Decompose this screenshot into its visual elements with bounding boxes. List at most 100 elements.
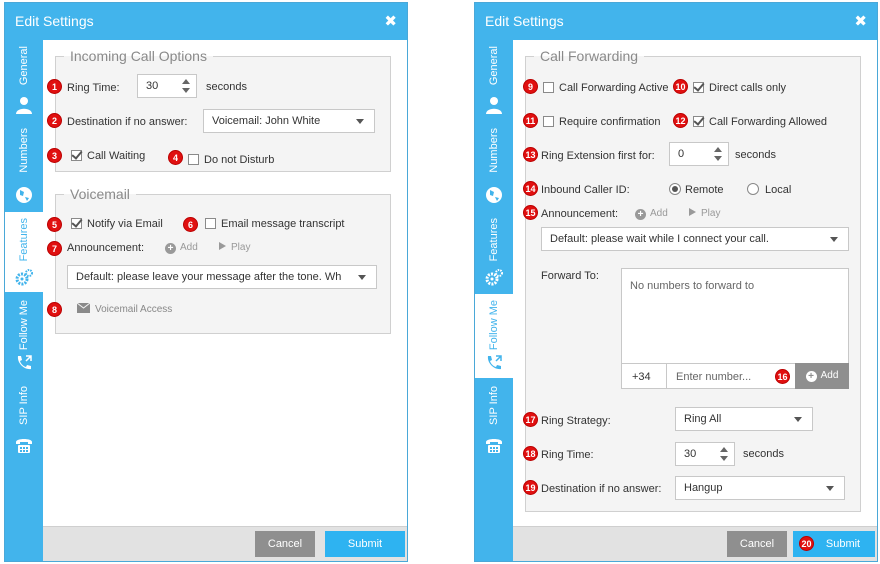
globe-icon bbox=[486, 187, 502, 203]
plus-icon: + bbox=[805, 371, 817, 382]
settings-sidebar: General Numbers Features Follow Me SIP I… bbox=[5, 40, 43, 561]
tab-sip-info[interactable]: SIP Info bbox=[475, 380, 513, 460]
ring-strategy-select[interactable]: Ring All bbox=[675, 407, 813, 431]
announcement-select[interactable]: Default: please wait while I connect you… bbox=[541, 227, 849, 251]
add-announcement-button[interactable]: + Add bbox=[635, 208, 668, 220]
email-transcript-checkbox[interactable] bbox=[205, 218, 216, 229]
ring-time-label: Ring Time: bbox=[541, 449, 594, 461]
notify-email-checkbox[interactable] bbox=[71, 218, 82, 229]
tab-general[interactable]: General bbox=[5, 40, 43, 120]
callout-badge: 11 bbox=[523, 113, 538, 128]
empty-list-message: No numbers to forward to bbox=[630, 280, 755, 292]
tab-label: Features bbox=[488, 218, 500, 262]
require-confirmation-label: Require confirmation bbox=[559, 116, 661, 128]
close-icon[interactable]: ✖ bbox=[854, 3, 867, 40]
inbound-caller-id-label: Inbound Caller ID: bbox=[541, 184, 630, 196]
phone-forward-icon bbox=[17, 355, 32, 370]
tab-label: Numbers bbox=[18, 128, 30, 173]
voicemail-access-link[interactable]: Voicemail Access bbox=[76, 302, 173, 315]
tab-label: Numbers bbox=[488, 128, 500, 173]
add-number-button[interactable]: + Add bbox=[795, 363, 849, 389]
tab-features[interactable]: Features bbox=[5, 212, 43, 292]
plus-icon: + bbox=[635, 209, 646, 220]
destination-select[interactable]: Hangup bbox=[675, 476, 845, 500]
add-label: Add bbox=[650, 208, 668, 219]
group-legend: Call Forwarding bbox=[540, 48, 639, 64]
destination-label: Destination if no answer: bbox=[67, 116, 188, 128]
user-icon bbox=[486, 97, 502, 114]
callout-badge: 6 bbox=[183, 217, 198, 232]
voicemail-access-label: Voicemail Access bbox=[95, 304, 173, 315]
call-forwarding-allowed-checkbox[interactable] bbox=[693, 116, 704, 127]
tab-label: Features bbox=[18, 218, 30, 262]
chevron-down-icon bbox=[356, 119, 364, 124]
ring-time-label: Ring Time: bbox=[67, 82, 120, 94]
select-value: Hangup bbox=[684, 482, 723, 494]
callout-badge: 4 bbox=[168, 150, 183, 165]
ring-extension-stepper[interactable] bbox=[669, 142, 729, 166]
destination-label: Destination if no answer: bbox=[541, 483, 662, 495]
user-icon bbox=[16, 97, 32, 114]
dialog-title: Edit Settings ✖ bbox=[475, 3, 877, 40]
caller-id-remote-radio[interactable] bbox=[669, 183, 681, 195]
call-waiting-checkbox[interactable] bbox=[71, 150, 82, 161]
tab-general[interactable]: General bbox=[475, 40, 513, 120]
phone-icon bbox=[486, 439, 502, 453]
group-legend: Incoming Call Options bbox=[70, 48, 207, 64]
add-announcement-button[interactable]: + Add bbox=[165, 242, 198, 254]
callout-badge: 20 bbox=[799, 536, 814, 551]
forward-numbers-list[interactable]: No numbers to forward to bbox=[621, 268, 849, 364]
tab-follow-me[interactable]: Follow Me bbox=[5, 294, 43, 378]
close-icon[interactable]: ✖ bbox=[384, 3, 397, 40]
submit-button[interactable]: 20 Submit bbox=[793, 531, 875, 557]
direct-calls-checkbox[interactable] bbox=[693, 82, 704, 93]
tab-numbers[interactable]: Numbers bbox=[5, 122, 43, 210]
play-label: Play bbox=[701, 208, 721, 219]
announcement-select[interactable]: Default: please leave your message after… bbox=[67, 265, 377, 289]
country-code-value: +34 bbox=[632, 371, 651, 383]
stepper-arrows-icon[interactable] bbox=[720, 447, 728, 461]
callout-badge: 16 bbox=[775, 369, 790, 384]
callout-badge: 5 bbox=[47, 217, 62, 232]
submit-label: Submit bbox=[825, 538, 861, 550]
ring-strategy-label: Ring Strategy: bbox=[541, 415, 611, 427]
play-icon bbox=[219, 242, 226, 250]
call-forwarding-active-checkbox[interactable] bbox=[543, 82, 554, 93]
callout-badge: 12 bbox=[673, 113, 688, 128]
require-confirmation-checkbox[interactable] bbox=[543, 116, 554, 127]
add-button-label: Add bbox=[820, 370, 839, 381]
stepper-arrows-icon[interactable] bbox=[714, 147, 722, 161]
select-value: Default: please wait while I connect you… bbox=[550, 233, 769, 245]
tab-follow-me[interactable]: Follow Me bbox=[475, 294, 513, 378]
ring-time-stepper[interactable] bbox=[137, 74, 197, 98]
tab-features[interactable]: Features bbox=[475, 212, 513, 292]
play-announcement-button[interactable]: Play bbox=[689, 208, 720, 219]
globe-icon bbox=[16, 187, 32, 203]
select-value: Ring All bbox=[684, 413, 722, 425]
caller-id-local-radio[interactable] bbox=[747, 183, 759, 195]
callout-badge: 8 bbox=[47, 302, 62, 317]
do-not-disturb-checkbox[interactable] bbox=[188, 154, 199, 165]
cancel-button[interactable]: Cancel bbox=[727, 531, 787, 557]
tab-label: Follow Me bbox=[488, 300, 500, 351]
ring-time-stepper[interactable] bbox=[675, 442, 735, 466]
stepper-arrows-icon[interactable] bbox=[182, 79, 190, 93]
chevron-down-icon bbox=[358, 275, 366, 280]
play-icon bbox=[689, 208, 696, 216]
callout-badge: 3 bbox=[47, 148, 62, 163]
phone-icon bbox=[16, 439, 32, 453]
tab-sip-info[interactable]: SIP Info bbox=[5, 380, 43, 460]
forward-to-label: Forward To: bbox=[541, 270, 599, 282]
country-code-field[interactable]: +34 bbox=[621, 363, 667, 389]
submit-button[interactable]: Submit bbox=[325, 531, 405, 557]
right-edit-settings-dialog: Edit Settings ✖ General Numbers Features… bbox=[474, 2, 878, 562]
play-label: Play bbox=[231, 242, 251, 253]
tab-label: SIP Info bbox=[18, 386, 30, 425]
announcement-label: Announcement: bbox=[541, 208, 619, 220]
tab-numbers[interactable]: Numbers bbox=[475, 122, 513, 210]
notify-email-label: Notify via Email bbox=[87, 218, 163, 230]
cancel-button[interactable]: Cancel bbox=[255, 531, 315, 557]
callout-badge: 14 bbox=[523, 181, 538, 196]
destination-select[interactable]: Voicemail: John White bbox=[203, 109, 375, 133]
play-announcement-button[interactable]: Play bbox=[219, 242, 250, 253]
